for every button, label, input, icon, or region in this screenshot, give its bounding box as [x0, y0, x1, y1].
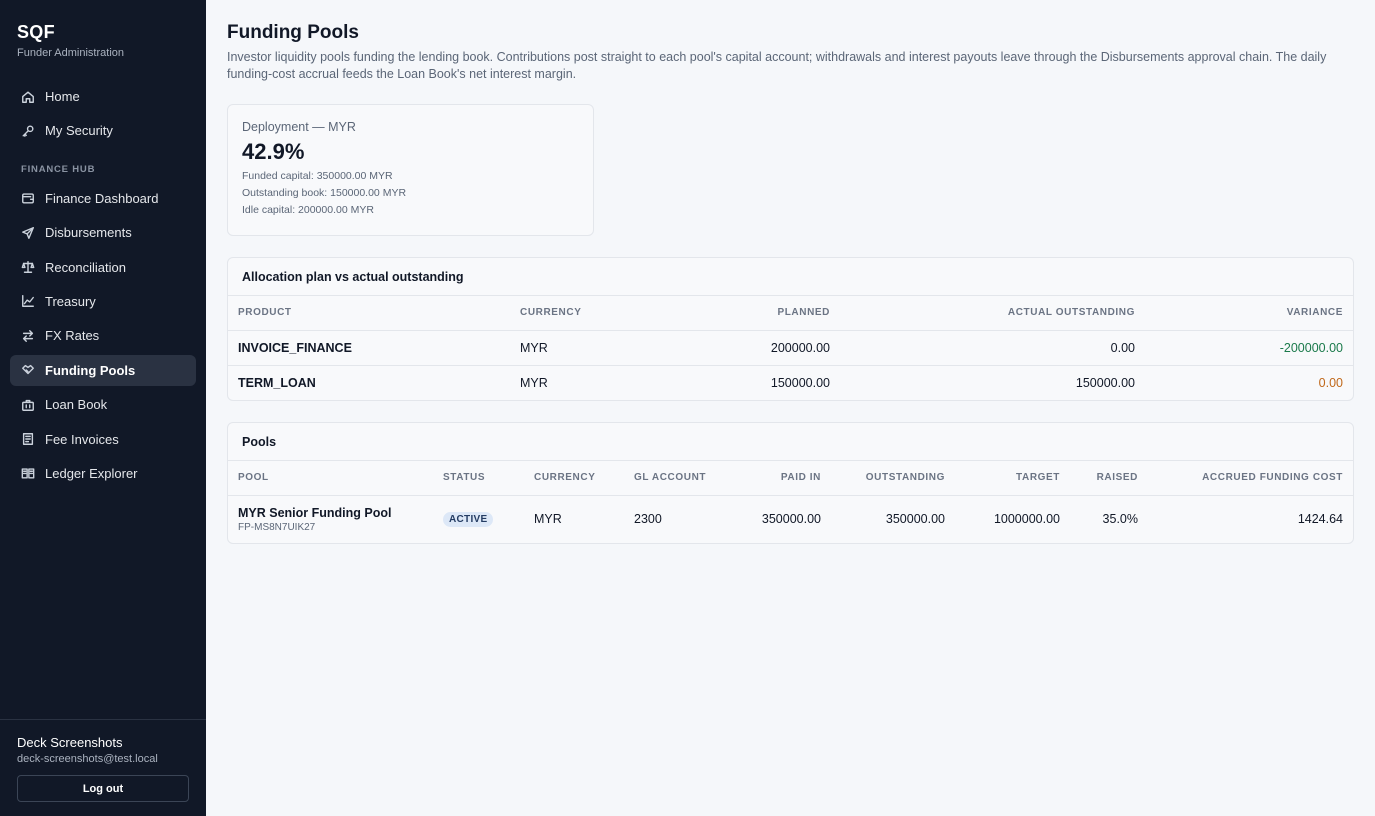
sidebar-item-label: My Security — [45, 123, 113, 139]
sidebar-item-finance-dashboard[interactable]: Finance Dashboard — [10, 183, 196, 214]
sidebar-nav: Home My Security FINANCE HUB Finance Das… — [0, 59, 206, 719]
sidebar-item-label: Reconciliation — [45, 259, 126, 275]
sidebar-item-my-security[interactable]: My Security — [10, 115, 196, 146]
col-pool: POOL — [228, 461, 433, 496]
sidebar-item-label: Fee Invoices — [45, 431, 119, 447]
sidebar-item-label: Funding Pools — [45, 362, 136, 378]
sidebar-item-label: Ledger Explorer — [45, 465, 138, 481]
col-product: PRODUCT — [228, 296, 510, 331]
send-icon — [21, 226, 35, 240]
sidebar-item-fx-rates[interactable]: FX Rates — [10, 320, 196, 351]
scale-icon — [21, 260, 35, 274]
paid-in-cell: 350000.00 — [761, 512, 821, 527]
col-gl-account: GL ACCOUNT — [624, 461, 724, 496]
wallet-icon — [21, 191, 35, 205]
outstanding-book: Outstanding book: 150000.00 MYR — [242, 187, 407, 199]
col-target: TARGET — [955, 461, 1070, 496]
sidebar-item-label: Finance Dashboard — [45, 190, 159, 206]
table-row: INVOICE_FINANCE MYR 200000.00 0.00 -2000… — [228, 330, 1353, 366]
table-row[interactable]: MYR Senior Funding Pool FP-MS8N7UIK27 AC… — [228, 495, 1353, 543]
pools-card: Pools POOL STATUS CURRENCY GL ACCOUNT PA… — [227, 422, 1354, 544]
main-content: Funding Pools Investor liquidity pools f… — [206, 0, 1375, 816]
chart-line-icon — [21, 294, 35, 308]
currency-cell: MYR — [534, 512, 562, 527]
sidebar-item-label: Treasury — [45, 293, 96, 309]
actual-cell: 150000.00 — [1075, 375, 1135, 390]
user-name: Deck Screenshots — [17, 735, 123, 750]
sidebar-item-label: Disbursements — [45, 225, 132, 241]
col-actual: ACTUAL OUTSTANDING — [840, 296, 1145, 331]
col-status: STATUS — [433, 461, 524, 496]
sidebar-item-reconciliation[interactable]: Reconciliation — [10, 252, 196, 283]
currency-cell: MYR — [520, 375, 548, 390]
page-title: Funding Pools — [227, 22, 359, 43]
target-cell: 1000000.00 — [993, 512, 1060, 527]
gl-account-cell: 2300 — [634, 512, 662, 527]
allocation-table: PRODUCT CURRENCY PLANNED ACTUAL OUTSTAND… — [228, 296, 1353, 400]
sidebar: SQF Funder Administration Home My Securi… — [0, 0, 206, 816]
status-badge: ACTIVE — [443, 512, 494, 528]
col-currency: CURRENCY — [524, 461, 624, 496]
col-paid-in: PAID IN — [724, 461, 831, 496]
brand-subtitle: Funder Administration — [17, 47, 124, 59]
sidebar-item-label: Home — [45, 89, 80, 104]
product-cell: INVOICE_FINANCE — [228, 330, 510, 366]
deployment-value: 42.9% — [242, 139, 305, 164]
sidebar-item-fee-invoices[interactable]: Fee Invoices — [10, 424, 196, 455]
briefcase-icon — [21, 398, 35, 412]
planned-cell: 150000.00 — [770, 375, 830, 390]
outstanding-cell: 350000.00 — [885, 512, 945, 527]
sidebar-item-disbursements[interactable]: Disbursements — [10, 217, 196, 248]
actual-cell: 0.00 — [840, 330, 1145, 366]
pools-table: POOL STATUS CURRENCY GL ACCOUNT PAID IN … — [228, 461, 1353, 543]
deployment-card: Deployment — MYR 42.9% Funded capital: 3… — [227, 104, 594, 236]
deployment-label: Deployment — MYR — [242, 120, 356, 134]
product-cell: TERM_LOAN — [238, 375, 316, 390]
sidebar-item-funding-pools[interactable]: Funding Pools — [10, 354, 196, 386]
variance-cell: 0.00 — [1318, 375, 1343, 390]
funded-capital: Funded capital: 350000.00 MYR — [242, 170, 393, 182]
brand-title: SQF — [17, 22, 55, 42]
raised-cell: 35.0% — [1102, 512, 1138, 527]
key-icon — [21, 124, 35, 138]
sidebar-item-label: Loan Book — [45, 397, 108, 413]
nav-section-label: FINANCE HUB — [21, 163, 96, 175]
col-raised: RAISED — [1070, 461, 1148, 496]
brand: SQF Funder Administration — [0, 0, 206, 59]
col-planned: PLANNED — [630, 296, 840, 331]
allocation-card: Allocation plan vs actual outstanding PR… — [227, 257, 1354, 401]
page-description: Investor liquidity pools funding the len… — [227, 50, 1327, 81]
user-panel: Deck Screenshots deck-screenshots@test.l… — [0, 719, 206, 816]
sidebar-item-ledger-explorer[interactable]: Ledger Explorer — [10, 458, 196, 489]
variance-cell: -200000.00 — [1145, 330, 1353, 366]
pools-title: Pools — [228, 423, 1353, 461]
sidebar-item-loan-book[interactable]: Loan Book — [10, 389, 196, 420]
accrued-cell: 1424.64 — [1297, 512, 1343, 527]
receipt-icon — [21, 432, 35, 446]
home-icon — [21, 90, 35, 104]
sidebar-item-home[interactable]: Home — [10, 81, 196, 112]
allocation-title: Allocation plan vs actual outstanding — [228, 258, 1353, 296]
pool-cell: MYR Senior Funding Pool FP-MS8N7UIK27 — [228, 495, 433, 543]
user-email: deck-screenshots@test.local — [17, 753, 158, 765]
col-variance: VARIANCE — [1145, 296, 1353, 331]
idle-capital: Idle capital: 200000.00 MYR — [242, 204, 374, 216]
pool-name: MYR Senior Funding Pool — [238, 505, 392, 520]
planned-cell: 200000.00 — [630, 330, 840, 366]
logout-button[interactable]: Log out — [17, 775, 189, 802]
handshake-icon — [21, 363, 35, 377]
status-cell: ACTIVE — [433, 495, 524, 543]
pool-id: FP-MS8N7UIK27 — [238, 521, 316, 533]
col-outstanding: OUTSTANDING — [831, 461, 955, 496]
swap-icon — [21, 329, 35, 343]
col-currency: CURRENCY — [510, 296, 630, 331]
sidebar-item-label: FX Rates — [45, 328, 100, 344]
table-row: TERM_LOAN MYR 150000.00 150000.00 0.00 — [228, 365, 1353, 400]
sidebar-item-treasury[interactable]: Treasury — [10, 286, 196, 317]
currency-cell: MYR — [510, 330, 630, 366]
book-icon — [21, 466, 35, 480]
col-accrued: ACCRUED FUNDING COST — [1148, 461, 1353, 496]
